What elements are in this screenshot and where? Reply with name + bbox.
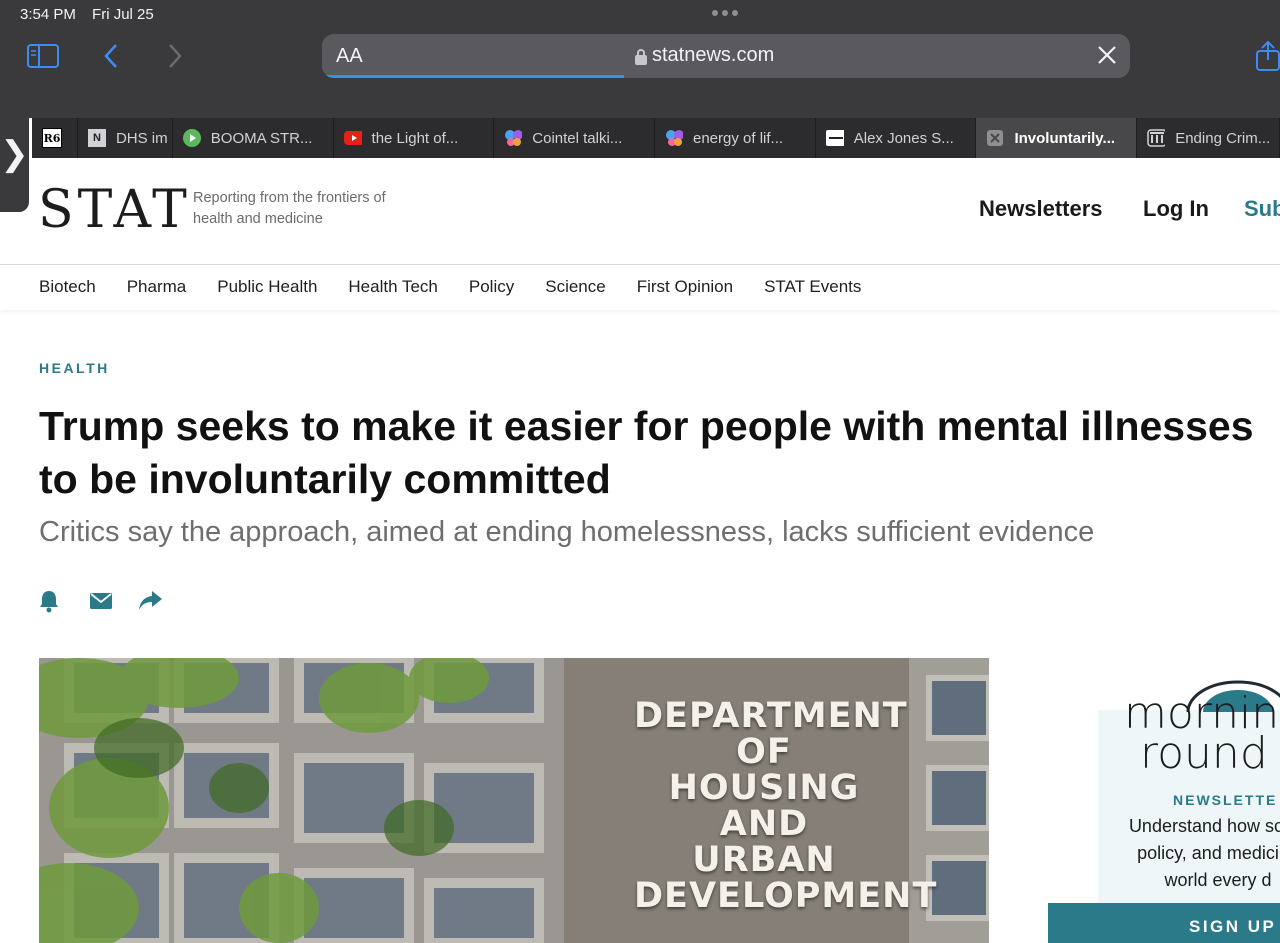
tab-involuntarily[interactable]: Involuntarily... [976,118,1138,158]
news-icon [825,129,844,147]
tab-light-of[interactable]: the Light of... [334,118,495,158]
tab-cointel[interactable]: Cointel talki... [494,118,655,158]
url-text: statnews.com [652,44,775,66]
text-size-label: AA [336,45,363,67]
youtube-icon [343,129,362,147]
sign-line: URBAN [692,840,836,880]
ad-brand-line: round [1140,728,1268,779]
sidebar-icon[interactable] [27,44,59,68]
ad-copy-line: policy, and medicine [1137,843,1280,863]
lock-icon [635,49,647,65]
nav-public-health[interactable]: Public Health [217,277,317,297]
ad-copy: Understand how scien policy, and medicin… [1088,813,1280,894]
article-headline: Trump seeks to make it easier for people… [39,403,1254,502]
newsletters-link[interactable]: Newsletters [979,196,1103,222]
tab-label: BOOMA STR... [210,129,313,147]
forward-icon[interactable] [166,43,184,69]
back-icon[interactable] [102,43,120,69]
share-arrow-icon[interactable] [138,588,164,614]
nav-first-opinion[interactable]: First Opinion [637,277,733,297]
nav-pharma[interactable]: Pharma [127,277,187,297]
nav-health-tech[interactable]: Health Tech [348,277,437,297]
multitasking-dots-icon[interactable] [712,10,738,16]
share-icon[interactable] [1256,40,1280,72]
sign-line: DEPARTMENT [634,696,908,736]
browser-toolbar: 3:54 PM Fri Jul 25 AA statnews.com [0,0,1280,118]
text-size-button[interactable]: AA [336,45,363,68]
sign-line: AND [719,804,809,844]
stat-logo[interactable]: STAT [38,180,191,240]
tab-label: Involuntarily... [1014,129,1116,147]
n-favicon-icon: N [87,129,106,147]
tab-label: DHS im [115,129,168,147]
url-field[interactable]: statnews.com [635,44,775,67]
tab-energy[interactable]: energy of lif... [655,118,816,158]
tab-r6[interactable]: R6 [32,118,78,158]
sign-line: HOUSING [668,768,860,808]
tab-bar: R6 N DHS im BOOMA STR... the Light of...… [32,118,1280,158]
ad-brand: mornin round [1124,692,1279,779]
tab-ending-crim[interactable]: Ending Crim... [1137,118,1280,158]
lead-photo: DEPARTMENT OF HOUSING AND URBAN DEVELOPM… [39,658,989,943]
sign-up-button[interactable]: SIGN UP [1048,903,1280,943]
section-kicker[interactable]: HEALTH [39,360,110,376]
nav-science[interactable]: Science [545,277,605,297]
r6-favicon-icon: R6 [42,128,62,148]
load-progress-bar [322,75,625,78]
nav-policy[interactable]: Policy [469,277,514,297]
bell-icon[interactable] [38,588,60,614]
status-time: 3:54 PM [20,6,76,23]
hud-building-sign: DEPARTMENT OF HOUSING AND URBAN DEVELOPM… [634,696,938,916]
tab-dhs[interactable]: N DHS im [78,118,173,158]
ad-copy-line: Understand how scien [1128,816,1280,836]
site-tagline: Reporting from the frontiers of health a… [193,190,386,227]
tab-booma[interactable]: BOOMA STR... [173,118,334,158]
play-icon [182,129,201,147]
tab-alex-jones[interactable]: Alex Jones S... [816,118,977,158]
address-bar[interactable]: AA statnews.com [322,34,1130,78]
ad-kicker: NEWSLETTE [1173,792,1278,808]
nav-biotech[interactable]: Biotech [39,277,96,297]
login-link[interactable]: Log In [1143,196,1209,222]
section-nav: Biotech Pharma Public Health Health Tech… [39,277,861,297]
sign-line: DEVELOPMENT [634,876,938,916]
nav-stat-events[interactable]: STAT Events [764,277,861,297]
status-date: Fri Jul 25 [92,6,154,23]
close-icon[interactable] [986,129,1004,147]
stop-loading-icon[interactable] [1096,44,1118,66]
email-icon[interactable] [89,588,113,614]
header-divider [0,264,1280,265]
chevron-right-icon: ❯ [0,135,29,173]
newsletter-ad: mornin round NEWSLETTE Understand how sc… [1048,668,1280,943]
tab-label: energy of lif... [693,129,784,147]
status-bar: 3:54 PM Fri Jul 25 [20,6,166,23]
butterfly-icon [504,129,523,147]
butterfly-icon [665,129,683,147]
sidebar-pull-handle[interactable]: ❯ [0,96,29,212]
building-icon [1147,129,1166,147]
tab-label: the Light of... [371,129,459,147]
sign-line: OF [736,732,792,772]
tab-label: Ending Crim... [1175,129,1271,147]
tab-label: Cointel talki... [532,129,623,147]
tab-label: Alex Jones S... [853,129,954,147]
subscribe-link[interactable]: Sub [1244,196,1280,222]
ad-copy-line: world every d [1164,870,1272,890]
article-dek: Critics say the approach, aimed at endin… [39,516,1095,548]
